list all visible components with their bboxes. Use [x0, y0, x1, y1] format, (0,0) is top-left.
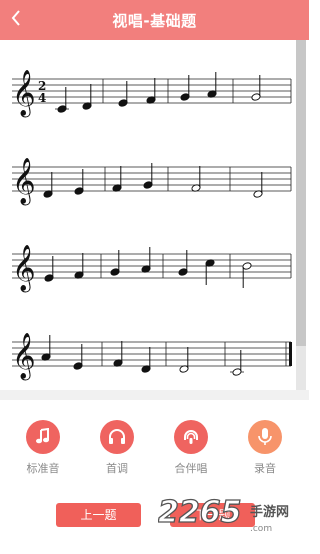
accompaniment-label: 合伴唱: [174, 462, 208, 475]
watermark: 2265 手游网 .com: [157, 490, 308, 550]
watermark-number: 2265: [158, 495, 242, 530]
score-svg: 𝄞 24𝄞𝄞𝄞: [12, 70, 292, 381]
watermark-domain: .com: [250, 524, 272, 534]
microphone-icon: [258, 428, 272, 445]
scrollbar-thumb[interactable]: [296, 40, 306, 346]
accompaniment-button[interactable]: [174, 420, 208, 454]
sheet-music[interactable]: 𝄞 2 4 𝄞 𝄞 𝄞: [0, 40, 309, 390]
first-key-control[interactable]: 首调: [87, 420, 147, 476]
standard-pitch-button[interactable]: [26, 420, 60, 454]
treble-clef: 𝄞: [12, 158, 36, 206]
standard-pitch-label: 标准音: [26, 462, 60, 475]
divider: [0, 390, 309, 400]
app-header: 视唱-基础题: [0, 0, 309, 40]
time-signature-bottom: 4: [38, 91, 46, 105]
watermark-site-label: 手游网: [250, 504, 289, 520]
first-key-button[interactable]: [100, 420, 134, 454]
scrollbar[interactable]: [296, 40, 306, 390]
final-barline: [289, 342, 292, 366]
music-note-icon: [36, 428, 49, 444]
standard-pitch-control[interactable]: 标准音: [13, 420, 73, 476]
treble-clef: 𝄞: [12, 70, 36, 118]
record-button[interactable]: [248, 420, 282, 454]
accompaniment-control[interactable]: 合伴唱: [161, 420, 221, 476]
first-key-label: 首调: [106, 462, 128, 475]
page-title: 视唱-基础题: [112, 12, 197, 30]
record-label: 录音: [254, 462, 276, 475]
record-control[interactable]: 录音: [235, 420, 295, 476]
earphone-icon: [184, 430, 198, 444]
treble-clef: 𝄞: [12, 245, 36, 293]
prev-question-button[interactable]: 上一题: [56, 503, 141, 527]
treble-clef: 𝄞: [12, 333, 36, 381]
headphones-icon: [109, 429, 125, 444]
